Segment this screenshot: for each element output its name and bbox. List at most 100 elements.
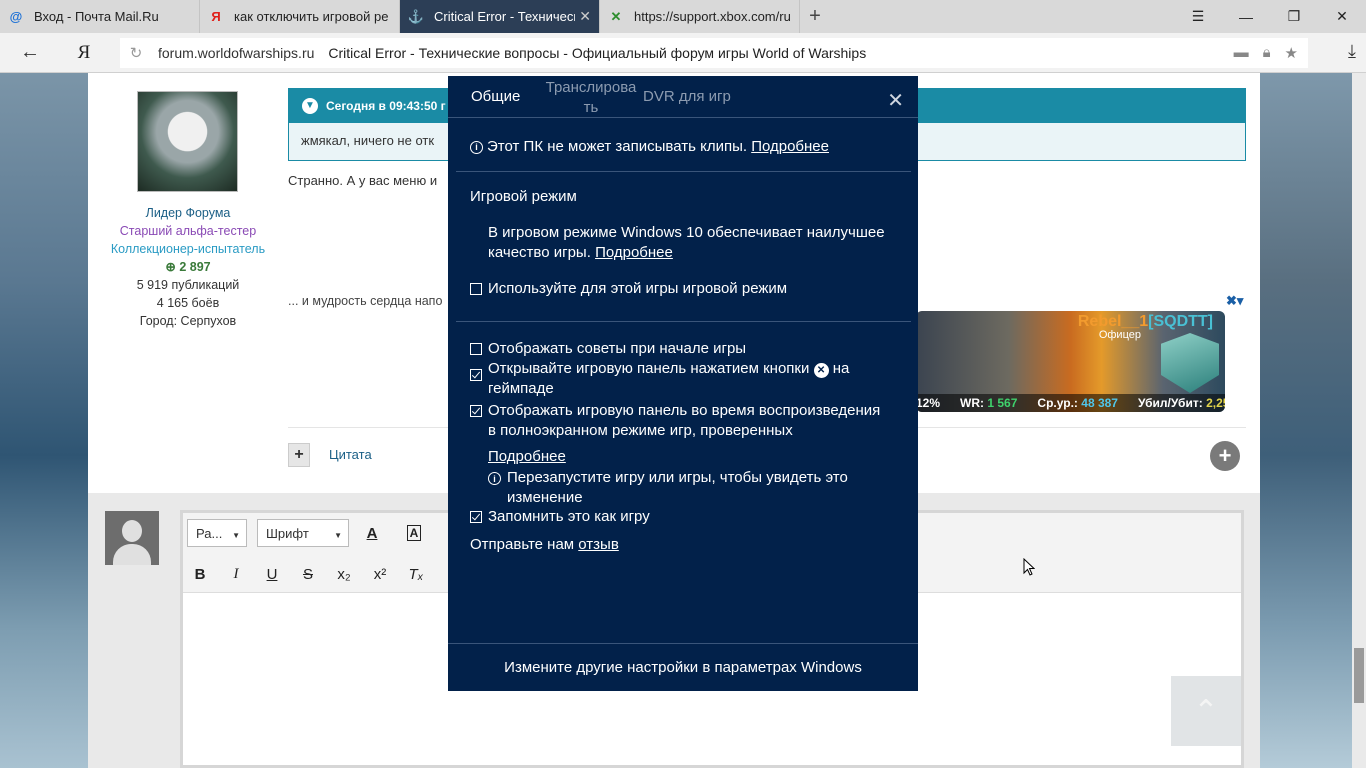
more-info-link[interactable]: Подробнее [488, 448, 566, 465]
tab-mail[interactable]: @ Вход - Почта Mail.Ru [0, 0, 200, 33]
use-game-mode-label: Используйте для этой игры игровой режим [488, 280, 788, 297]
clips-info-link[interactable]: Подробнее [751, 138, 829, 155]
background-left [0, 73, 88, 768]
download-icon[interactable]: ⤓ [1348, 41, 1356, 62]
new-tab-button[interactable]: + [800, 0, 830, 33]
open-gamebar-line2: геймпаде [488, 380, 554, 397]
remember-game-checkbox[interactable] [470, 511, 482, 523]
use-game-mode-checkbox[interactable] [470, 283, 482, 295]
show-tips-label: Отображать советы при начале игры [488, 340, 747, 357]
italic-icon[interactable]: I [223, 561, 249, 587]
wows-anchor-icon: ⚓ [407, 8, 425, 24]
clips-info: i Этот ПК не может записывать клипы. Подр… [470, 138, 829, 155]
minimize-icon[interactable]: — [1222, 0, 1270, 33]
feedback-link[interactable]: отзыв [578, 536, 619, 553]
multiquote-plus-button[interactable]: + [288, 443, 310, 467]
stat-wr: WR: 1 567 [960, 396, 1017, 410]
avg-value: 48 387 [1081, 396, 1118, 410]
chat-icon[interactable]: ▬ [1234, 44, 1249, 62]
user-rank: Лидер Форума [145, 206, 231, 220]
restart-line2: изменение [507, 489, 583, 506]
wr-value: 1 567 [987, 396, 1018, 410]
show-fullscreen-line1: Отображать игровую панель во время воспр… [488, 402, 881, 419]
game-mode-link[interactable]: Подробнее [595, 244, 673, 261]
user-city: Город: Серпухов [139, 314, 237, 328]
superscript-icon[interactable]: x² [367, 561, 393, 587]
remember-game-option[interactable]: Запомнить это как игру [470, 507, 650, 527]
remember-game-label: Запомнить это как игру [488, 508, 650, 525]
back-arrow-icon[interactable]: ← [8, 33, 52, 73]
lock-icon[interactable]: 🔒︎ [1263, 44, 1271, 62]
close-icon[interactable]: ✕ [887, 88, 904, 113]
user-role-collector: Коллекционер-испытатель [110, 242, 266, 256]
show-tips-checkbox[interactable] [470, 343, 482, 355]
tab-general[interactable]: Общие [471, 88, 520, 105]
user-posts: 5 919 публикаций [136, 278, 240, 292]
tab-broadcast[interactable]: Транслирова ть [545, 78, 637, 118]
quote-button[interactable]: Цитата [329, 447, 372, 462]
game-mode-desc-line1: В игровом режиме Windows 10 обеспечивает… [488, 224, 885, 241]
xbox-icon: ✕ [610, 8, 622, 24]
show-fullscreen-checkbox[interactable] [470, 405, 482, 417]
scrollbar-thumb[interactable] [1354, 648, 1364, 703]
show-fullscreen-option[interactable]: Отображать игровую панель во время воспр… [470, 401, 880, 441]
kd-label: Убил/Убит: [1137, 396, 1203, 410]
text-color-icon[interactable]: A [359, 520, 385, 546]
tab-yandex-search[interactable]: Я как отключить игровой ре [200, 0, 400, 33]
star-icon[interactable]: ★ [1285, 44, 1298, 62]
game-bar-settings-dialog: Общие Транслирова ть DVR для игр ✕ i Этот… [448, 76, 918, 691]
my-avatar [105, 511, 159, 565]
game-mode-desc-line2: качество игры. [488, 244, 591, 261]
clear-format-icon[interactable]: Tₓ [403, 561, 429, 587]
open-gamebar-option[interactable]: Открывайте игровую панель нажатием кнопк… [470, 359, 849, 399]
wr-label: WR: [960, 396, 985, 410]
chevron-down-icon: ▼ [302, 97, 318, 114]
url-icons: ▬ 🔒︎ ★ [1234, 44, 1298, 62]
tab-dvr[interactable]: DVR для игр [643, 88, 731, 105]
feedback-prefix: Отправьте нам [470, 536, 575, 553]
tab-xbox-support[interactable]: ✕ https://support.xbox.com/ru [600, 0, 800, 33]
plus-icon: ⊕ [165, 260, 176, 274]
show-tips-option[interactable]: Отображать советы при начале игры [470, 339, 746, 359]
avg-label: Ср.ур.: [1037, 396, 1078, 410]
tab-forum[interactable]: ⚓ Critical Error - Техническ ✕ [400, 0, 600, 33]
add-plus-button[interactable]: + [1210, 441, 1240, 471]
background-color-icon[interactable]: A [401, 520, 427, 546]
font-select[interactable]: Шрифт ▼ [257, 519, 349, 547]
url-input[interactable]: ↻ forum.worldofwarships.ru Critical Erro… [120, 38, 1308, 68]
post-text: Странно. А у вас меню и [288, 173, 438, 188]
chevron-down-icon: ▼ [232, 531, 240, 540]
bold-icon[interactable]: B [187, 561, 213, 587]
banner-rank: Офицер [1098, 329, 1141, 341]
windows-settings-link[interactable]: Измените другие настройки в параметрах W… [448, 643, 918, 691]
address-bar: ← Я ↻ forum.worldofwarships.ru Critical … [0, 33, 1366, 73]
quote-date: Сегодня в 09:43:50 г [326, 98, 446, 113]
player-banner: Rebel__1[SQDTT] Офицер 12% WR: 1 567 Ср.… [916, 311, 1225, 412]
clips-info-text: Этот ПК не может записывать клипы. [487, 138, 748, 155]
open-gamebar-checkbox[interactable] [470, 369, 482, 381]
yandex-home-button[interactable]: Я [62, 33, 106, 73]
stat-kd: Убил/Убит: 2,25 [1138, 396, 1225, 410]
info-icon: i [488, 472, 501, 485]
scroll-to-top-button[interactable]: ⌃ [1171, 676, 1241, 746]
paragraph-select[interactable]: Ра... ▼ [187, 519, 247, 547]
underline-icon[interactable]: U [259, 561, 285, 587]
restore-icon[interactable]: ❐ [1270, 0, 1318, 33]
info-icon: i [470, 140, 483, 154]
tab-broadcast-line2: ть [583, 99, 599, 116]
user-avatar[interactable] [137, 91, 238, 192]
player-name: Rebel__1 [1077, 313, 1149, 330]
use-game-mode-option[interactable]: Используйте для этой игры игровой режим [470, 279, 787, 299]
close-window-icon[interactable]: ✕ [1318, 0, 1366, 33]
subscript-icon[interactable]: x₂ [331, 561, 357, 587]
open-gamebar-label: Открывайте игровую панель нажатием кнопк… [488, 359, 849, 399]
menu-icon[interactable]: ☰ [1174, 0, 1222, 33]
close-tab-icon[interactable]: ✕ [579, 8, 591, 25]
page-scrollbar[interactable] [1352, 73, 1366, 768]
signature-close-icon[interactable]: ✖▾ [1226, 293, 1243, 309]
reload-icon[interactable]: ↻ [120, 44, 152, 62]
mouse-cursor-icon [1023, 557, 1036, 576]
banner-stats: 12% WR: 1 567 Ср.ур.: 48 387 Убил/Убит: … [916, 394, 1225, 412]
strikethrough-icon[interactable]: S [295, 561, 321, 587]
tab-title: https://support.xbox.com/ru [634, 9, 791, 24]
